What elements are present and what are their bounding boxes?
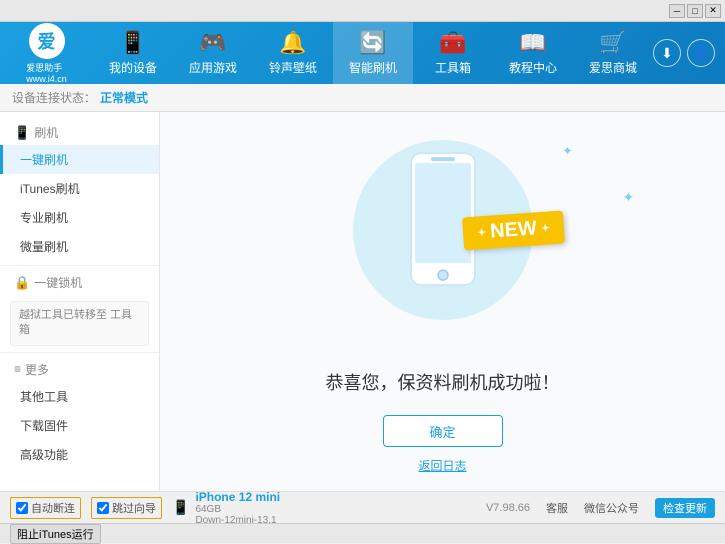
apps-games-icon: 🎮 xyxy=(199,30,226,56)
skip-wizard-input[interactable] xyxy=(97,502,109,514)
skip-wizard-checkbox[interactable]: 跳过向导 xyxy=(91,497,162,519)
title-bar: ─ □ ✕ xyxy=(0,0,725,22)
bottom-left: 自动断连 跳过向导 📱 iPhone 12 mini 64GB Down-12m… xyxy=(10,490,486,526)
device-info: 📱 iPhone 12 mini 64GB Down-12mini-13.1 xyxy=(172,490,280,526)
device-model: Down-12mini-13.1 xyxy=(195,515,280,526)
check-update-button[interactable]: 检查更新 xyxy=(655,498,715,518)
sidebar-item-one-click-flash[interactable]: 一键刷机 xyxy=(0,145,159,174)
device-icon: 📱 xyxy=(172,499,189,516)
sparkle-3: ✦ xyxy=(563,144,573,158)
nav-item-apps-games[interactable]: 🎮 应用游戏 xyxy=(173,22,253,84)
bottom-bar: 自动断连 跳过向导 📱 iPhone 12 mini 64GB Down-12m… xyxy=(0,491,725,523)
auto-close-input[interactable] xyxy=(16,502,28,514)
nav-item-store[interactable]: 🛒 爱思商城 xyxy=(573,22,653,84)
content-area: ✦ NEW ✦ ✦ ✦ ✦ 恭喜您，保资料刷机成功啦！ 确定 返回日志 xyxy=(160,112,725,491)
version-label: V7.98.66 xyxy=(486,502,530,514)
sidebar-item-wipe-flash[interactable]: 微量刷机 xyxy=(0,232,159,261)
block-itunes-button[interactable]: 阻止iTunes运行 xyxy=(10,524,101,544)
nav-item-ringtone[interactable]: 🔔 铃声壁纸 xyxy=(253,22,333,84)
tutorial-icon: 📖 xyxy=(519,30,546,56)
itunes-bar: 阻止iTunes运行 xyxy=(0,523,725,543)
nav-item-smart-flash[interactable]: 🔄 智能刷机 xyxy=(333,22,413,84)
sidebar-item-download-firmware[interactable]: 下载固件 xyxy=(0,411,159,440)
ringtone-icon: 🔔 xyxy=(279,30,306,56)
close-button[interactable]: ✕ xyxy=(705,4,721,18)
flash-section-icon: 📱 xyxy=(14,125,30,141)
minimize-button[interactable]: ─ xyxy=(669,4,685,18)
nav-item-toolbox[interactable]: 🧰 工具箱 xyxy=(413,22,493,84)
auto-close-checkbox[interactable]: 自动断连 xyxy=(10,497,81,519)
sidebar-item-other-tools[interactable]: 其他工具 xyxy=(0,382,159,411)
lock-section-title: 🔒 一键锁机 xyxy=(0,270,159,295)
main-content: 📱 刷机 一键刷机 iTunes刷机 专业刷机 微量刷机 🔒 一键锁机 越狱工具… xyxy=(0,112,725,491)
lock-icon: 🔒 xyxy=(14,275,30,291)
sidebar-item-pro-flash[interactable]: 专业刷机 xyxy=(0,203,159,232)
flash-section-title: 📱 刷机 xyxy=(0,120,159,145)
customer-service-link[interactable]: 客服 xyxy=(546,500,568,516)
confirm-button[interactable]: 确定 xyxy=(383,415,503,447)
logo-area: 爱 爱思助手 www.i4.cn xyxy=(0,23,93,84)
sidebar-divider-1 xyxy=(0,265,159,266)
more-section-title: ≡ 更多 xyxy=(0,357,159,382)
sidebar: 📱 刷机 一键刷机 iTunes刷机 专业刷机 微量刷机 🔒 一键锁机 越狱工具… xyxy=(0,112,160,491)
store-icon: 🛒 xyxy=(599,30,626,56)
download-button[interactable]: ⬇ xyxy=(653,39,681,67)
device-name: iPhone 12 mini xyxy=(195,490,280,504)
status-label: 设备连接状态： xyxy=(12,89,96,106)
sidebar-warning: 越狱工具已转移至 工具箱 xyxy=(10,301,149,346)
nav-item-tutorial[interactable]: 📖 教程中心 xyxy=(493,22,573,84)
logo-text: 爱思助手 www.i4.cn xyxy=(26,61,67,84)
sidebar-divider-2 xyxy=(0,352,159,353)
nav-item-my-device[interactable]: 📱 我的设备 xyxy=(93,22,173,84)
new-badge: ✦ NEW ✦ xyxy=(461,211,564,251)
nav-right: ⬇ 👤 xyxy=(653,39,725,67)
toolbox-icon: 🧰 xyxy=(439,30,466,56)
logo-icon: 爱 xyxy=(29,23,65,59)
my-device-icon: 📱 xyxy=(119,30,146,56)
back-link[interactable]: 返回日志 xyxy=(418,457,466,474)
device-capacity: 64GB xyxy=(195,504,280,515)
success-message: 恭喜您，保资料刷机成功啦！ xyxy=(326,369,560,395)
smart-flash-icon: 🔄 xyxy=(359,30,386,56)
status-bar: 设备连接状态： 正常模式 xyxy=(0,84,725,112)
more-icon: ≡ xyxy=(14,362,21,376)
wechat-link[interactable]: 微信公众号 xyxy=(584,500,639,516)
success-illustration: ✦ NEW ✦ ✦ ✦ ✦ xyxy=(333,129,553,349)
maximize-button[interactable]: □ xyxy=(687,4,703,18)
status-value: 正常模式 xyxy=(100,89,148,106)
user-button[interactable]: 👤 xyxy=(687,39,715,67)
bottom-right: V7.98.66 客服 微信公众号 检查更新 xyxy=(486,498,715,518)
header: 爱 爱思助手 www.i4.cn 📱 我的设备 🎮 应用游戏 🔔 铃声壁纸 🔄 … xyxy=(0,22,725,84)
nav-items: 📱 我的设备 🎮 应用游戏 🔔 铃声壁纸 🔄 智能刷机 🧰 工具箱 📖 教程中心… xyxy=(93,22,653,84)
sidebar-item-itunes-flash[interactable]: iTunes刷机 xyxy=(0,174,159,203)
sparkle-2: ✦ xyxy=(623,189,635,206)
sidebar-item-advanced[interactable]: 高级功能 xyxy=(0,440,159,469)
